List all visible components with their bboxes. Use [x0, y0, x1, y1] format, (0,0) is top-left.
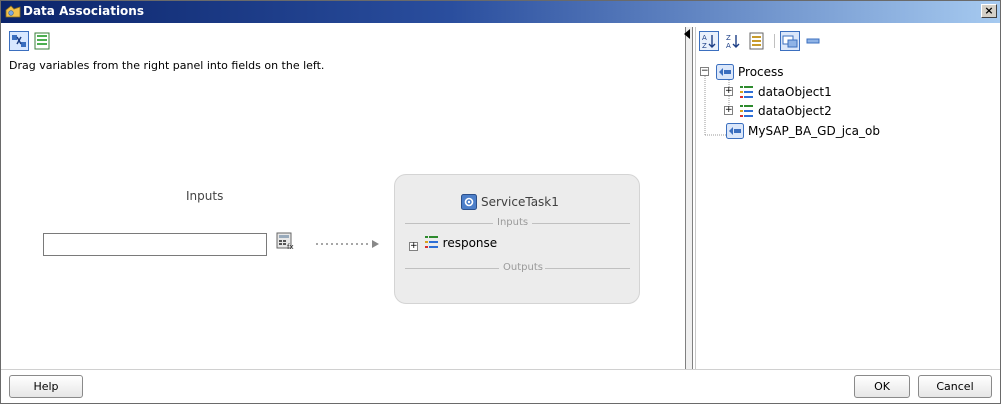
app-icon [5, 5, 21, 18]
input-mapping-field[interactable] [43, 233, 267, 256]
process-icon [716, 64, 734, 80]
process-label: Process [738, 65, 784, 79]
service-task-icon [461, 194, 477, 210]
svg-text:A: A [726, 42, 731, 50]
dataobject2-label: dataObject2 [758, 104, 832, 118]
variable-icon [740, 86, 753, 98]
help-button[interactable]: Help [9, 375, 83, 398]
inputs-separator: Inputs [405, 217, 630, 229]
instruction-text: Drag variables from the right panel into… [9, 59, 325, 72]
expand-icon[interactable]: + [409, 242, 418, 251]
card-inputs-label: Inputs [497, 217, 529, 228]
response-label: response [442, 236, 498, 250]
title-bar[interactable]: Data Associations × [1, 1, 1000, 23]
response-node[interactable]: + response [409, 235, 498, 251]
dataobject1-label: dataObject1 [758, 85, 832, 99]
expression-builder-icon[interactable]: fx [276, 232, 294, 250]
close-icon: × [984, 4, 994, 17]
close-button[interactable]: × [981, 4, 997, 18]
collapse-tree-icon[interactable]: − [700, 67, 709, 76]
cancel-button[interactable]: Cancel [918, 375, 992, 398]
toolbar-separator [774, 34, 775, 48]
process-icon [726, 123, 744, 139]
svg-text:A: A [702, 34, 707, 42]
svg-text:fx: fx [287, 243, 294, 250]
button-bar: Help OK Cancel [1, 369, 1000, 403]
dotted-arrow-icon [316, 240, 379, 248]
svg-text:Z: Z [702, 42, 707, 50]
sort-descending-icon[interactable]: Z A [723, 31, 743, 51]
expand-tree-icon[interactable]: + [724, 106, 733, 115]
expand-tree-icon[interactable]: + [724, 87, 733, 96]
left-panel: Drag variables from the right panel into… [6, 27, 683, 369]
ok-button[interactable]: OK [854, 375, 910, 398]
window-title: Data Associations [23, 4, 144, 18]
service-task-title: ServiceTask1 [481, 195, 559, 209]
data-associations-dialog: Data Associations × Drag variables from … [0, 0, 1001, 404]
svg-text:Z: Z [726, 34, 731, 42]
inputs-label: Inputs [186, 189, 224, 203]
right-panel: A Z Z A − Process + dataObject1 + dataOb… [695, 27, 999, 369]
variable-icon [424, 236, 438, 248]
card-outputs-label: Outputs [503, 262, 543, 273]
show-source-icon[interactable] [33, 31, 53, 51]
details-icon[interactable] [747, 31, 767, 51]
splitter-arrow-icon[interactable] [684, 29, 690, 39]
show-all-icon[interactable] [780, 31, 800, 51]
collapse-icon[interactable] [804, 31, 824, 51]
panel-splitter[interactable] [684, 27, 693, 369]
sort-ascending-icon[interactable]: A Z [699, 31, 719, 51]
auto-map-icon[interactable] [9, 31, 29, 51]
outputs-separator: Outputs [405, 262, 630, 274]
mysap-label: MySAP_BA_GD_jca_ob [748, 124, 880, 138]
left-toolbar [6, 27, 683, 57]
service-task-card[interactable]: ServiceTask1 Inputs + response Outputs [394, 174, 640, 304]
variable-icon [740, 105, 753, 117]
